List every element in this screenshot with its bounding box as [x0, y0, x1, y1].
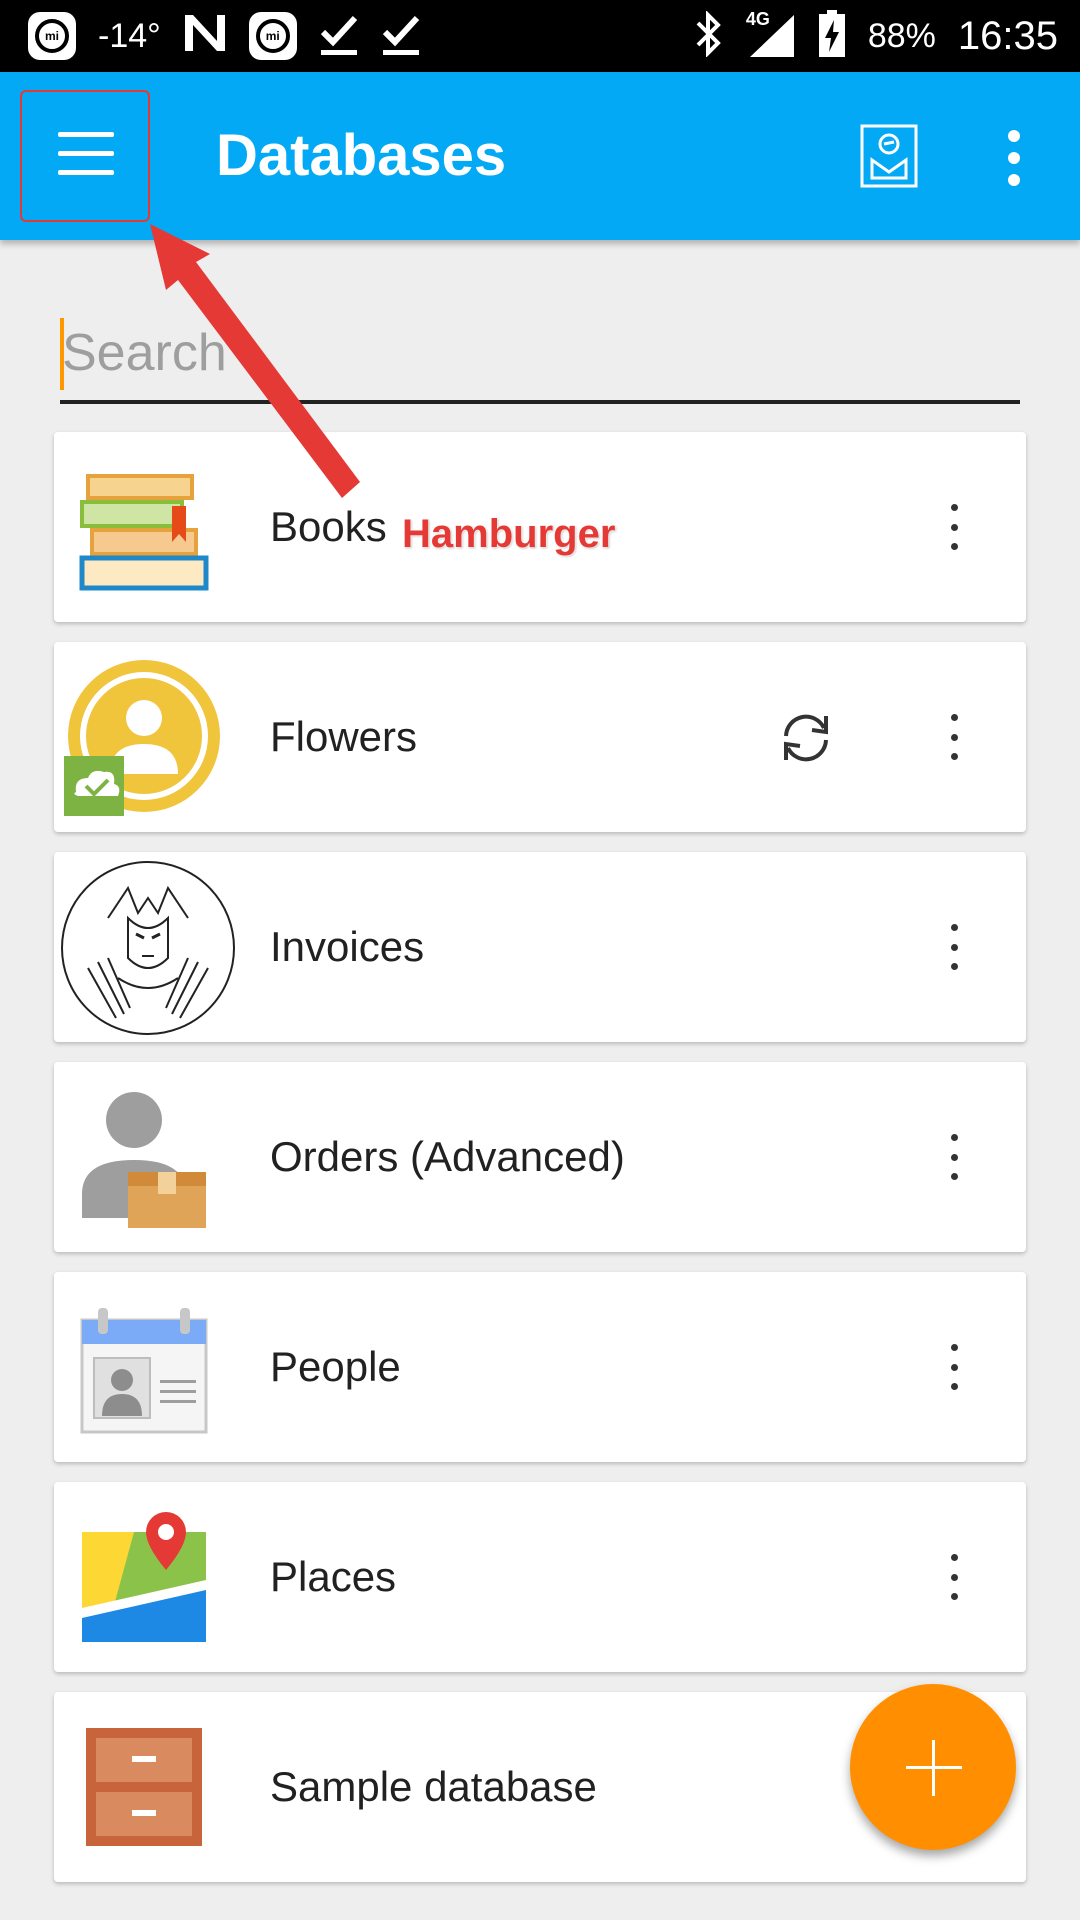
database-item-orders-advanced[interactable]: Orders (Advanced): [54, 1062, 1026, 1252]
signal-icon: 4G: [746, 9, 796, 59]
more-vert-icon[interactable]: [940, 714, 968, 760]
database-name: Sample database: [270, 1763, 597, 1810]
database-name: Places: [270, 1553, 397, 1600]
sync-icon[interactable]: [774, 706, 838, 770]
mi-app-icon-2: mi: [248, 12, 297, 60]
more-vert-icon[interactable]: [940, 504, 968, 550]
more-vert-icon[interactable]: [940, 1134, 968, 1180]
more-vert-icon[interactable]: [940, 1344, 968, 1390]
database-name: Orders (Advanced): [270, 1133, 625, 1180]
status-bar-right: 4G 88% 16:35: [694, 9, 1058, 63]
navigation-menu-button[interactable]: [20, 90, 150, 222]
map-pin-icon: [64, 1496, 224, 1656]
download-done-icon-2: [381, 12, 421, 61]
database-name: Books: [270, 503, 387, 550]
search-field[interactable]: [60, 310, 1020, 404]
database-name: Flowers: [270, 713, 418, 760]
annotation-label: Hamburger: [402, 512, 616, 556]
database-item-invoices[interactable]: Invoices: [54, 852, 1026, 1042]
status-bar: mi -14° mi 4G 88% 16:35: [0, 0, 1080, 72]
more-vert-icon[interactable]: [940, 924, 968, 970]
bluetooth-icon: [694, 9, 724, 62]
contact-card-icon: [64, 1286, 224, 1446]
page-title: Databases: [216, 123, 507, 188]
mi-app-icon: mi: [28, 12, 76, 60]
cabinet-icon: [64, 1706, 224, 1866]
clock: 16:35: [957, 13, 1058, 58]
network-type: 4G: [745, 9, 770, 29]
user-cloud-icon: [64, 656, 224, 816]
battery-percentage: 88%: [867, 16, 936, 55]
more-vert-icon[interactable]: [940, 1554, 968, 1600]
person-box-icon: [64, 1076, 224, 1236]
wolverine-icon: [61, 861, 235, 1035]
database-item-places[interactable]: Places: [54, 1482, 1026, 1672]
add-database-button[interactable]: [850, 1684, 1016, 1850]
books-icon: [64, 446, 224, 606]
database-name: Invoices: [270, 923, 425, 970]
n-notification-icon: [183, 13, 227, 60]
weather-temperature: -14°: [98, 16, 161, 55]
search-input[interactable]: [60, 310, 1020, 396]
app-bar: Databases: [0, 72, 1080, 240]
database-name: People: [270, 1343, 401, 1390]
hamburger-icon: [58, 132, 114, 176]
battery-charging-icon: [818, 9, 846, 63]
database-item-flowers[interactable]: Flowers: [54, 642, 1026, 832]
more-vert-icon[interactable]: [996, 130, 1032, 186]
download-done-icon: [319, 12, 359, 61]
status-bar-left: mi -14° mi: [28, 12, 421, 61]
report-icon[interactable]: [860, 124, 918, 188]
database-item-people[interactable]: People: [54, 1272, 1026, 1462]
